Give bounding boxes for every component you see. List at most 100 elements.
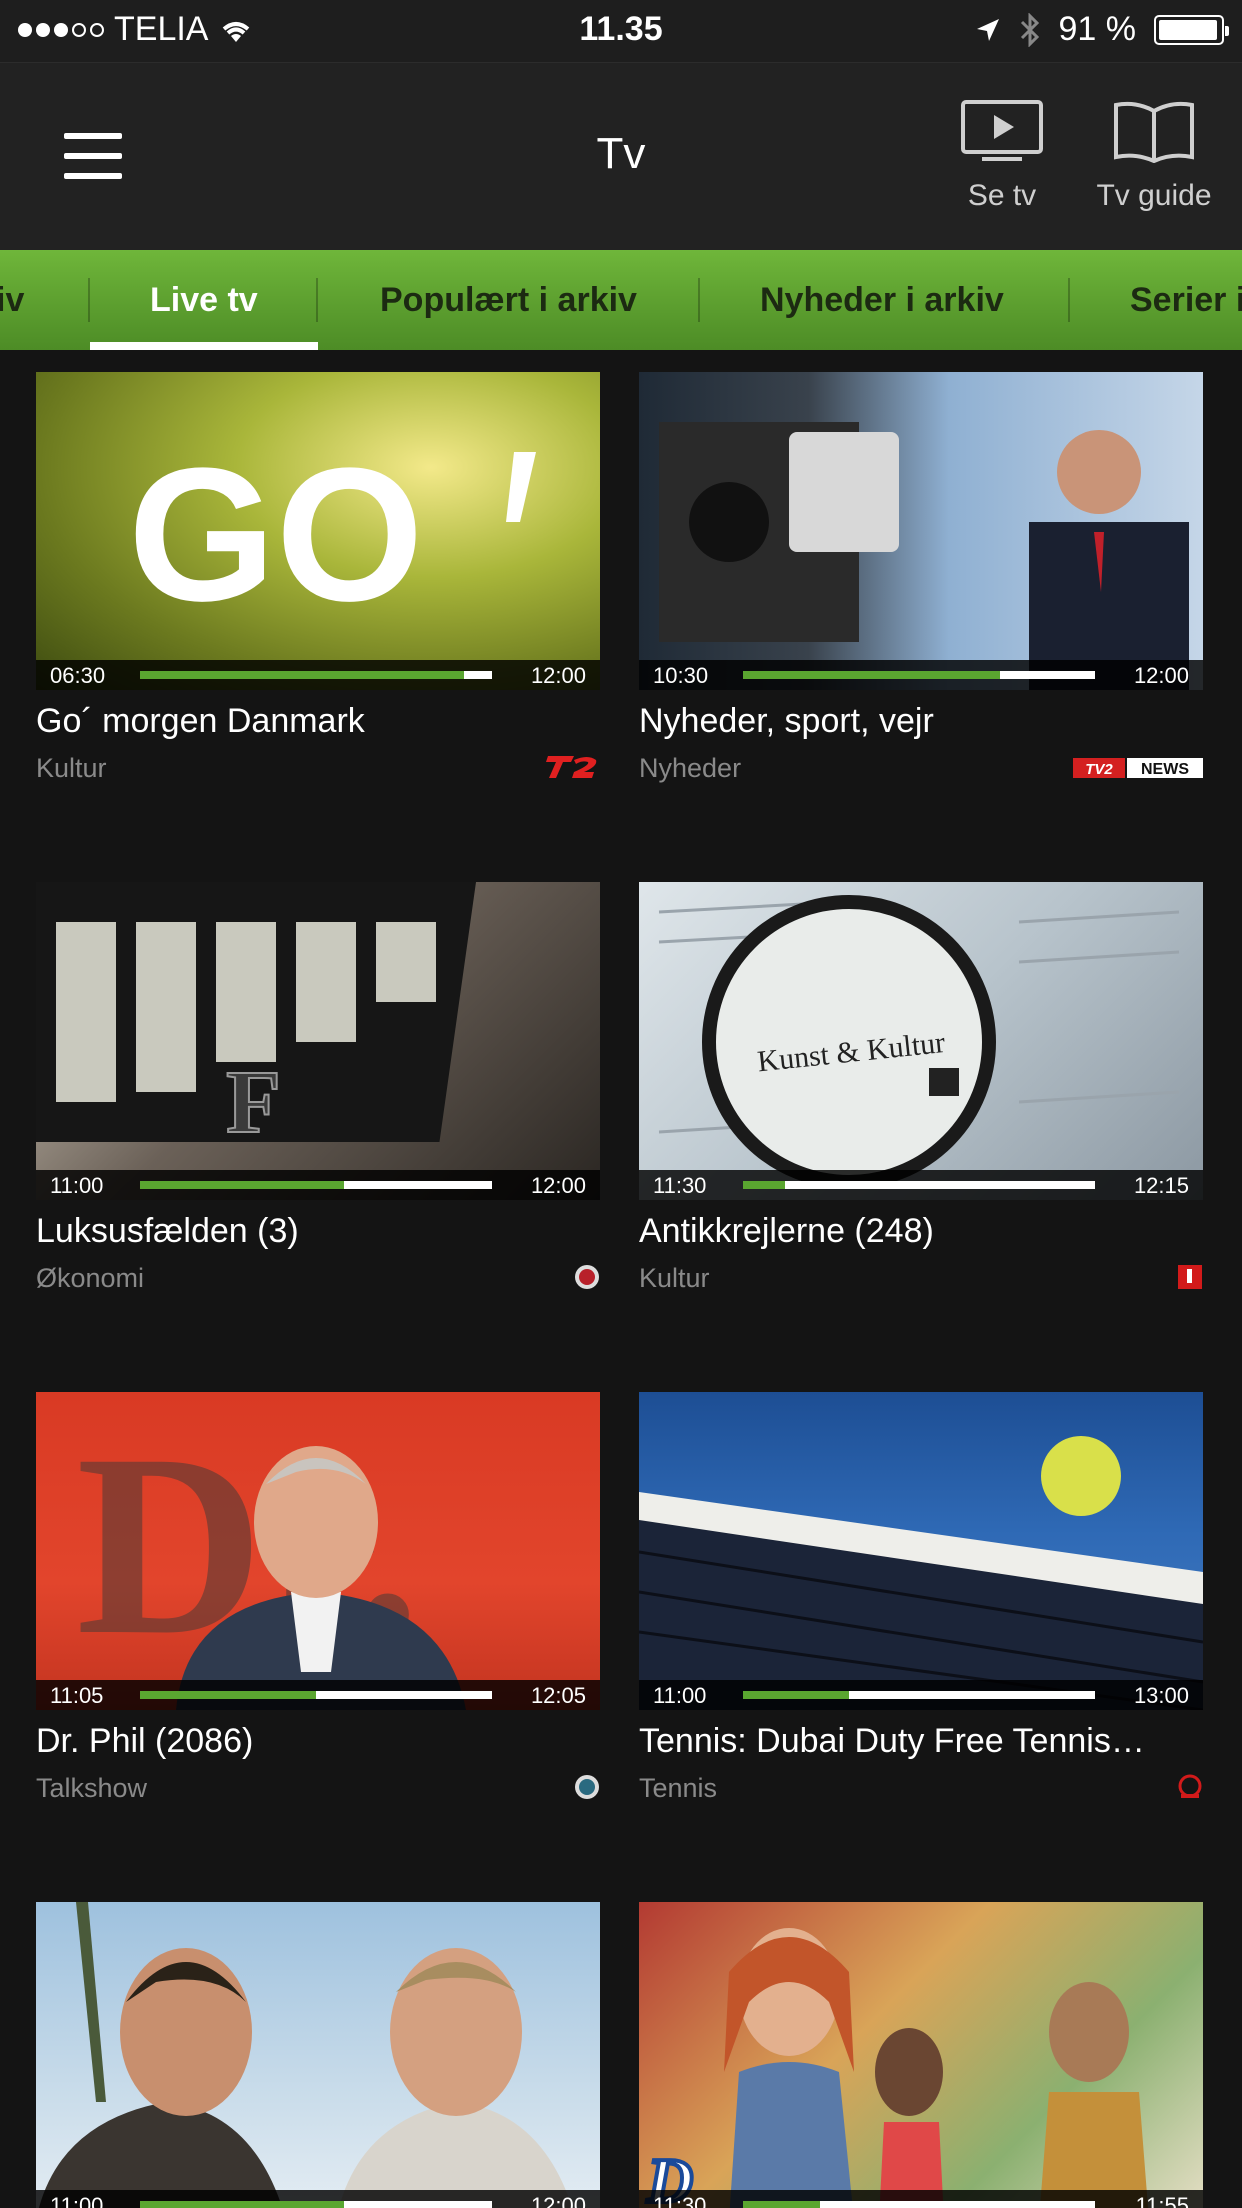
location-arrow-icon: [976, 18, 999, 41]
tab-divider: [88, 278, 90, 322]
tv2-logo: [546, 756, 597, 778]
active-tab-indicator: [90, 342, 318, 350]
time-progress-row: 10:30 12:00: [639, 660, 1203, 690]
progress-bar: [743, 1691, 1095, 1699]
progress-fill: [140, 2201, 345, 2208]
progress-fill: [743, 2201, 821, 2208]
program-title: Go´ morgen Danmark: [36, 702, 365, 740]
end-time: 12:00: [530, 1173, 586, 1198]
program-genre: Kultur: [36, 753, 107, 783]
tab-populaert-i-arkiv[interactable]: Populært i arkiv: [380, 250, 637, 350]
program-thumbnail[interactable]: 10:30 12:00: [639, 372, 1203, 690]
tv3-logo: [575, 1265, 599, 1289]
program-image: F: [36, 882, 600, 1200]
tab-serier[interactable]: Serier i: [1130, 250, 1242, 350]
battery-percent: 91 %: [1058, 10, 1137, 48]
start-time: 11:00: [653, 1683, 707, 1708]
program-title: Nyheder, sport, vejr: [639, 702, 934, 740]
tab-divider: [316, 278, 318, 322]
progress-bar: [140, 671, 492, 679]
progress-fill: [743, 671, 1000, 679]
program-genre: Økonomi: [36, 1263, 145, 1293]
program-card[interactable]: 11:00 13:00 Tennis: Dubai Duty Free Tenn…: [639, 1392, 1203, 1804]
time-progress-row: 11:00 12:00: [36, 1170, 600, 1200]
program-title: Dr. Phil (2086): [36, 1722, 254, 1760]
svg-text:GO: GO: [128, 429, 424, 641]
program-image: D: [639, 1902, 1203, 2208]
start-time: 11:30: [653, 2193, 707, 2208]
progress-fill: [743, 1691, 849, 1699]
tab-live-tv[interactable]: Live tv: [150, 250, 258, 350]
tab-nyheder-i-arkiv[interactable]: Nyheder i arkiv: [760, 250, 1004, 350]
program-image: [639, 372, 1203, 690]
program-card[interactable]: Kunst & Kultur 11:30 12:15 Antikkrejlern…: [639, 882, 1203, 1294]
progress-bar: [743, 671, 1095, 679]
time-progress-row: 06:30 12:00: [36, 660, 600, 690]
start-time: 11:30: [653, 1173, 707, 1198]
tab-divider: [1068, 278, 1070, 322]
end-time: 12:15: [1133, 1173, 1189, 1198]
page-title: Tv: [596, 129, 646, 178]
play-screen-icon: [961, 100, 1043, 161]
battery-icon: [1154, 14, 1229, 45]
bluetooth-icon: [1020, 12, 1039, 47]
progress-fill: [140, 1691, 316, 1699]
status-icons: 91 %: [975, 10, 1229, 49]
start-time: 06:30: [50, 663, 106, 688]
se-tv-label: Se tv: [967, 179, 1037, 212]
program-genre: Talkshow: [36, 1773, 148, 1803]
tv2-news-logo-news: NEWS: [1141, 761, 1189, 778]
start-time: 11:00: [50, 1173, 104, 1198]
program-thumbnail[interactable]: 11:00 13:00: [639, 1392, 1203, 1710]
program-image: [639, 1392, 1203, 1710]
book-icon: [1114, 101, 1194, 164]
dr1-logo: [1178, 1265, 1202, 1289]
tv3-plus-logo: [575, 1775, 599, 1799]
end-time: 12:00: [1133, 663, 1189, 688]
program-image: [36, 1902, 600, 2208]
program-card[interactable]: GO 06:30 12:00 Go´ morgen Danmark Kultur: [36, 372, 600, 784]
program-image: Dr.: [36, 1392, 600, 1710]
progress-fill: [140, 1181, 345, 1189]
program-thumbnail[interactable]: F 11:00 12:00: [36, 882, 600, 1200]
program-thumbnail[interactable]: 11:00 12:00: [36, 1902, 600, 2208]
end-time: 12:05: [530, 1683, 586, 1708]
status-bar: TELIA 11.35 91 %: [0, 0, 1242, 62]
program-grid: GO 06:30 12:00 Go´ morgen Danmark Kultur: [0, 372, 1242, 2208]
end-time: 12:00: [530, 663, 586, 688]
program-card[interactable]: 11:00 12:00: [36, 1902, 600, 2208]
tv2-news-logo: TV2 NEWS: [1073, 758, 1203, 778]
tv2-news-logo-tv2: TV2: [1085, 761, 1113, 778]
program-genre: Tennis: [639, 1773, 718, 1803]
program-card[interactable]: F 11:00 12:00 Luksusfælden (3) Økonomi: [36, 882, 600, 1294]
program-card[interactable]: Dr. 11:05 12:05 Dr. Phil (2086) Talkshow: [36, 1392, 600, 1804]
end-time: 12:00: [530, 2193, 586, 2208]
start-time: 11:00: [50, 2193, 104, 2208]
program-title: Luksusfælden (3): [36, 1212, 299, 1250]
time-progress-row: 11:00 13:00: [639, 1680, 1203, 1710]
program-thumbnail[interactable]: Dr. 11:05 12:05: [36, 1392, 600, 1710]
program-thumbnail[interactable]: Kunst & Kultur 11:30 12:15: [639, 882, 1203, 1200]
program-image: GO: [36, 372, 600, 690]
svg-text:F: F: [226, 1053, 281, 1152]
program-thumbnail[interactable]: GO 06:30 12:00: [36, 372, 600, 690]
tab-divider: [698, 278, 700, 322]
se-tv-button[interactable]: Se tv: [950, 99, 1054, 213]
program-card[interactable]: 10:30 12:00 Nyheder, sport, vejr Nyheder…: [639, 372, 1203, 784]
progress-fill: [140, 671, 464, 679]
app-header: Tv Se tv Tv guide: [0, 62, 1242, 250]
program-image: Kunst & Kultur: [639, 882, 1203, 1200]
time-progress-row: 11:30 12:15: [639, 1170, 1203, 1200]
tv-guide-label: Tv guide: [1096, 179, 1212, 212]
tab-bar: iv Live tv Populært i arkiv Nyheder i ar…: [0, 250, 1242, 350]
program-thumbnail[interactable]: D 11:30 11:55: [639, 1902, 1203, 2208]
end-time: 11:55: [1135, 2193, 1189, 2208]
program-card[interactable]: D 11:30 11:55: [639, 1902, 1203, 2208]
program-title: Tennis: Dubai Duty Free Tennis…: [639, 1722, 1145, 1760]
progress-fill: [743, 1181, 786, 1189]
tv3-sport-logo: [1178, 1774, 1202, 1798]
progress-bar: [140, 2201, 492, 2208]
tab-arkiv[interactable]: iv: [0, 250, 24, 350]
tv-guide-button[interactable]: Tv guide: [1084, 99, 1224, 213]
progress-bar: [140, 1691, 492, 1699]
